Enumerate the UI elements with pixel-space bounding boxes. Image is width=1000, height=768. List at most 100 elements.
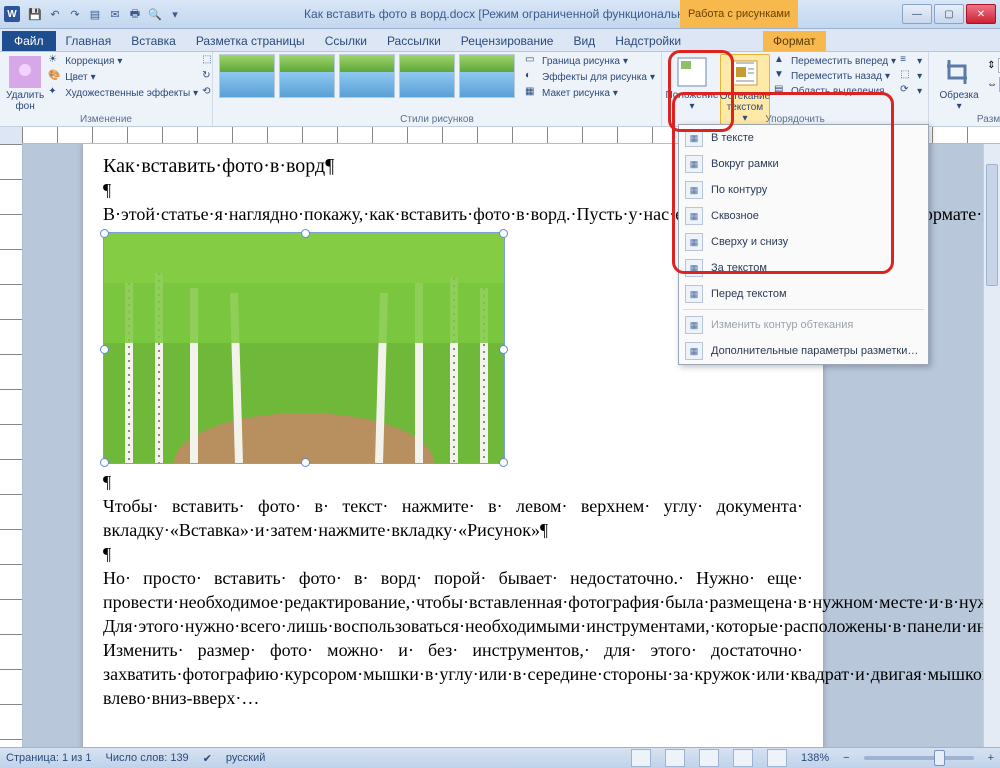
- tab-references[interactable]: Ссылки: [315, 31, 377, 51]
- picture-effects-button[interactable]: ◐Эффекты для рисунка ▾: [525, 70, 655, 84]
- wrap-text-dropdown: ▦В тексте▦Вокруг рамки▦По контуру▦Сквозн…: [678, 124, 929, 365]
- corrections-button[interactable]: ☀Коррекция ▾: [48, 54, 198, 68]
- status-language[interactable]: русский: [226, 752, 265, 764]
- group-size-label: Размер: [935, 114, 1000, 126]
- status-bar: Страница: 1 из 1 Число слов: 139 ✔ русск…: [0, 747, 1000, 768]
- ribbon-tabs: Файл Главная Вставка Разметка страницы С…: [0, 29, 1000, 52]
- tab-mailings[interactable]: Рассылки: [377, 31, 451, 51]
- ribbon: Удалить фон ☀Коррекция ▾ 🎨Цвет ▾ ✦Художе…: [0, 52, 1000, 127]
- style-thumb[interactable]: [219, 54, 275, 98]
- style-thumb[interactable]: [339, 54, 395, 98]
- wrap-option-icon: ▦: [685, 155, 703, 173]
- zoom-slider[interactable]: [864, 756, 974, 760]
- width-spinner[interactable]: ⇔: [987, 77, 1000, 92]
- group-icon: ⬚: [900, 69, 914, 83]
- wrap-option[interactable]: ▦Вокруг рамки: [679, 151, 928, 177]
- doc-para: Чтобы· вставить· фото· в· текст· нажмите…: [103, 494, 803, 542]
- picture-border-button[interactable]: ▭Граница рисунка ▾: [525, 54, 655, 68]
- selection-pane-button[interactable]: ▤Область выделения: [774, 84, 896, 98]
- undo-icon[interactable]: ↶: [46, 5, 64, 23]
- picture-tools-title: Работа с рисунками: [680, 0, 798, 28]
- vertical-ruler[interactable]: [0, 144, 23, 756]
- status-page[interactable]: Страница: 1 из 1: [6, 752, 92, 764]
- tab-format[interactable]: Формат: [763, 31, 826, 51]
- quick-access-toolbar: 💾 ↶ ↷ ▤ ✉ 🖶 🔍 ▾: [26, 5, 184, 23]
- tab-view[interactable]: Вид: [563, 31, 605, 51]
- status-proofing-icon[interactable]: ✔: [203, 752, 212, 765]
- wrap-option[interactable]: ▦Сквозное: [679, 203, 928, 229]
- style-thumb[interactable]: [279, 54, 335, 98]
- height-spinner[interactable]: ⇕: [987, 58, 1000, 73]
- qat-btn[interactable]: 🖶: [126, 5, 144, 23]
- wrap-option[interactable]: ▦За текстом: [679, 255, 928, 281]
- redo-icon[interactable]: ↷: [66, 5, 84, 23]
- wrap-option[interactable]: ▦По контуру: [679, 177, 928, 203]
- title-bar: W 💾 ↶ ↷ ▤ ✉ 🖶 🔍 ▾ Как вставить фото в во…: [0, 0, 1000, 29]
- position-icon: [676, 56, 708, 88]
- layout-icon: ▦: [525, 86, 539, 100]
- style-thumb[interactable]: [399, 54, 455, 98]
- palette-icon: 🎨: [48, 70, 62, 84]
- color-button[interactable]: 🎨Цвет ▾: [48, 70, 198, 84]
- vertical-scrollbar[interactable]: [983, 144, 1000, 756]
- qat-btn[interactable]: ✉: [106, 5, 124, 23]
- close-button[interactable]: ✕: [966, 4, 996, 24]
- remove-background-button[interactable]: Удалить фон: [6, 54, 44, 112]
- view-outline[interactable]: [733, 749, 753, 767]
- wrap-option-icon: ▦: [685, 233, 703, 251]
- align-button[interactable]: ≡▾: [900, 54, 922, 68]
- rotate-button[interactable]: ⟳▾: [900, 84, 922, 98]
- doc-para: Изменить· размер· фото· можно· и· без· и…: [103, 638, 803, 710]
- view-web[interactable]: [699, 749, 719, 767]
- view-draft[interactable]: [767, 749, 787, 767]
- inserted-picture[interactable]: [103, 232, 505, 464]
- tab-insert[interactable]: Вставка: [121, 31, 186, 51]
- artistic-effects-button[interactable]: ✦Художественные эффекты ▾: [48, 86, 198, 100]
- wrap-option[interactable]: ▦Перед текстом: [679, 281, 928, 307]
- doc-para: ¶: [103, 542, 803, 566]
- tab-review[interactable]: Рецензирование: [451, 31, 564, 51]
- wrap-option-icon: ▦: [685, 316, 703, 334]
- zoom-in-button[interactable]: +: [988, 752, 994, 764]
- wrap-option-icon: ▦: [685, 259, 703, 277]
- wrap-option-icon: ▦: [685, 285, 703, 303]
- view-print-layout[interactable]: [631, 749, 651, 767]
- wrap-option-icon: ▦: [685, 207, 703, 225]
- forward-icon: ▲: [774, 54, 788, 68]
- minimize-button[interactable]: —: [902, 4, 932, 24]
- qat-btn[interactable]: 🔍: [146, 5, 164, 23]
- sun-icon: ☀: [48, 54, 62, 68]
- bring-forward-button[interactable]: ▲Переместить вперед ▾: [774, 54, 896, 68]
- tab-addins[interactable]: Надстройки: [605, 31, 691, 51]
- doc-para: Но· просто· вставить· фото· в· ворд· пор…: [103, 566, 803, 614]
- backward-icon: ▼: [774, 69, 788, 83]
- position-button[interactable]: Положение▾: [668, 54, 716, 112]
- qat-more-icon[interactable]: ▾: [166, 5, 184, 23]
- save-icon[interactable]: 💾: [26, 5, 44, 23]
- wrap-option: ▦Изменить контур обтекания: [679, 312, 928, 338]
- wrap-option-icon: ▦: [685, 342, 703, 360]
- zoom-out-button[interactable]: −: [843, 752, 849, 764]
- app-icon: W: [4, 6, 20, 22]
- status-zoom[interactable]: 138%: [801, 752, 829, 764]
- picture-styles-gallery[interactable]: [219, 54, 515, 98]
- maximize-button[interactable]: ▢: [934, 4, 964, 24]
- wrap-option[interactable]: ▦В тексте: [679, 125, 928, 151]
- tab-home[interactable]: Главная: [56, 31, 122, 51]
- picture-layout-button[interactable]: ▦Макет рисунка ▾: [525, 86, 655, 100]
- align-icon: ≡: [900, 54, 914, 68]
- tab-layout[interactable]: Разметка страницы: [186, 31, 315, 51]
- selpane-icon: ▤: [774, 84, 788, 98]
- send-backward-button[interactable]: ▼Переместить назад ▾: [774, 69, 896, 83]
- file-tab[interactable]: Файл: [2, 31, 56, 51]
- crop-button[interactable]: Обрезка▾: [935, 54, 983, 112]
- status-words[interactable]: Число слов: 139: [106, 752, 189, 764]
- group-styles-label: Стили рисунков: [219, 114, 655, 126]
- crop-icon: [943, 56, 975, 88]
- group-button[interactable]: ⬚▾: [900, 69, 922, 83]
- wrap-option[interactable]: ▦Дополнительные параметры разметки…: [679, 338, 928, 364]
- qat-btn[interactable]: ▤: [86, 5, 104, 23]
- view-fullscreen[interactable]: [665, 749, 685, 767]
- style-thumb[interactable]: [459, 54, 515, 98]
- wrap-option[interactable]: ▦Сверху и снизу: [679, 229, 928, 255]
